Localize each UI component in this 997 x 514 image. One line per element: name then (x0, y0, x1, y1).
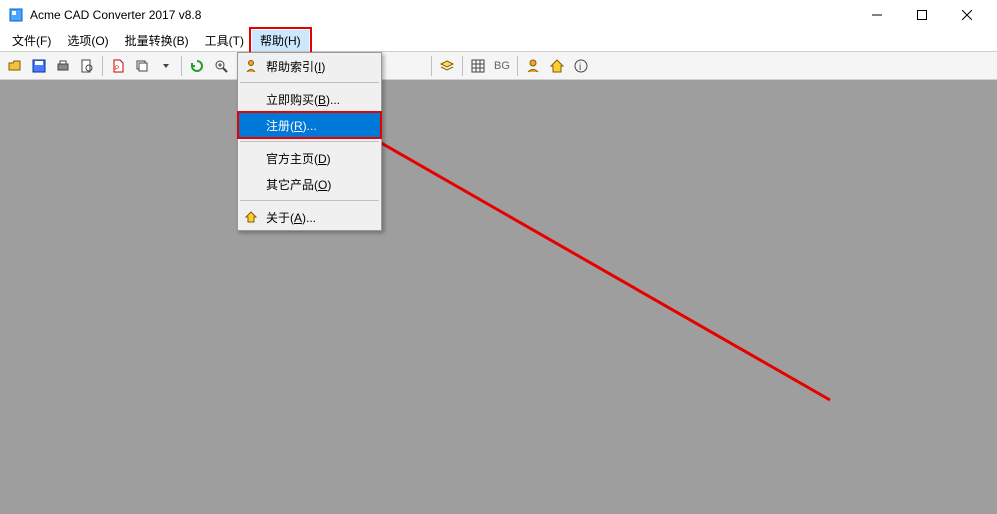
toolbar-separator (181, 56, 182, 76)
close-button[interactable] (944, 0, 989, 30)
preview-icon[interactable] (76, 55, 98, 77)
menu-item-label: 官方主页(D) (266, 150, 331, 167)
menu-batch[interactable]: 批量转换(B) (117, 30, 197, 51)
bg-button[interactable]: BG (491, 55, 513, 77)
menu-register[interactable]: 注册(R)... (238, 112, 381, 138)
toolbar-separator (462, 56, 463, 76)
menu-help[interactable]: 帮助(H) (252, 30, 309, 51)
app-title: Acme CAD Converter 2017 v8.8 (30, 8, 854, 22)
menu-other-products[interactable]: 其它产品(O) (238, 171, 381, 197)
menu-item-label: 其它产品(O) (266, 176, 331, 193)
person-icon[interactable] (522, 55, 544, 77)
window-controls (854, 0, 989, 30)
menu-separator (240, 141, 379, 142)
menubar: 文件(F) 选项(O) 批量转换(B) 工具(T) 帮助(H) (0, 30, 997, 52)
home-icon[interactable] (546, 55, 568, 77)
app-icon (8, 7, 24, 23)
minimize-button[interactable] (854, 0, 899, 30)
toolbar-separator (431, 56, 432, 76)
menu-item-label: 注册(R)... (266, 117, 317, 134)
menu-item-label: 关于(A)... (266, 209, 316, 226)
menu-homepage[interactable]: 官方主页(D) (238, 145, 381, 171)
menu-options[interactable]: 选项(O) (59, 30, 116, 51)
person-icon (243, 58, 259, 74)
menu-item-label: 帮助索引(I) (266, 58, 325, 75)
refresh-icon[interactable] (186, 55, 208, 77)
toolbar: P BG i (0, 52, 997, 80)
menu-file[interactable]: 文件(F) (4, 30, 59, 51)
menu-help-index[interactable]: 帮助索引(I) (238, 53, 381, 79)
titlebar: Acme CAD Converter 2017 v8.8 (0, 0, 997, 30)
menu-item-label: 立即购买(B)... (266, 91, 340, 108)
copy-icon[interactable] (131, 55, 153, 77)
grid-icon[interactable] (467, 55, 489, 77)
open-icon[interactable] (4, 55, 26, 77)
toolbar-separator (517, 56, 518, 76)
menu-separator (240, 200, 379, 201)
home-icon (243, 209, 259, 225)
pdf-icon[interactable]: P (107, 55, 129, 77)
toolbar-separator (102, 56, 103, 76)
content-area (0, 80, 997, 514)
layers-icon[interactable] (436, 55, 458, 77)
print-icon[interactable] (52, 55, 74, 77)
svg-text:P: P (115, 66, 119, 72)
bg-label: BG (492, 60, 512, 72)
save-icon[interactable] (28, 55, 50, 77)
dropdown-icon[interactable] (155, 55, 177, 77)
menu-separator (240, 82, 379, 83)
help-dropdown: 帮助索引(I) 立即购买(B)... 注册(R)... 官方主页(D) 其它产品… (237, 52, 382, 231)
maximize-button[interactable] (899, 0, 944, 30)
svg-text:i: i (579, 62, 581, 73)
info-icon[interactable]: i (570, 55, 592, 77)
menu-tools[interactable]: 工具(T) (197, 30, 252, 51)
menu-about[interactable]: 关于(A)... (238, 204, 381, 230)
zoom-in-icon[interactable] (210, 55, 232, 77)
menu-buy-now[interactable]: 立即购买(B)... (238, 86, 381, 112)
